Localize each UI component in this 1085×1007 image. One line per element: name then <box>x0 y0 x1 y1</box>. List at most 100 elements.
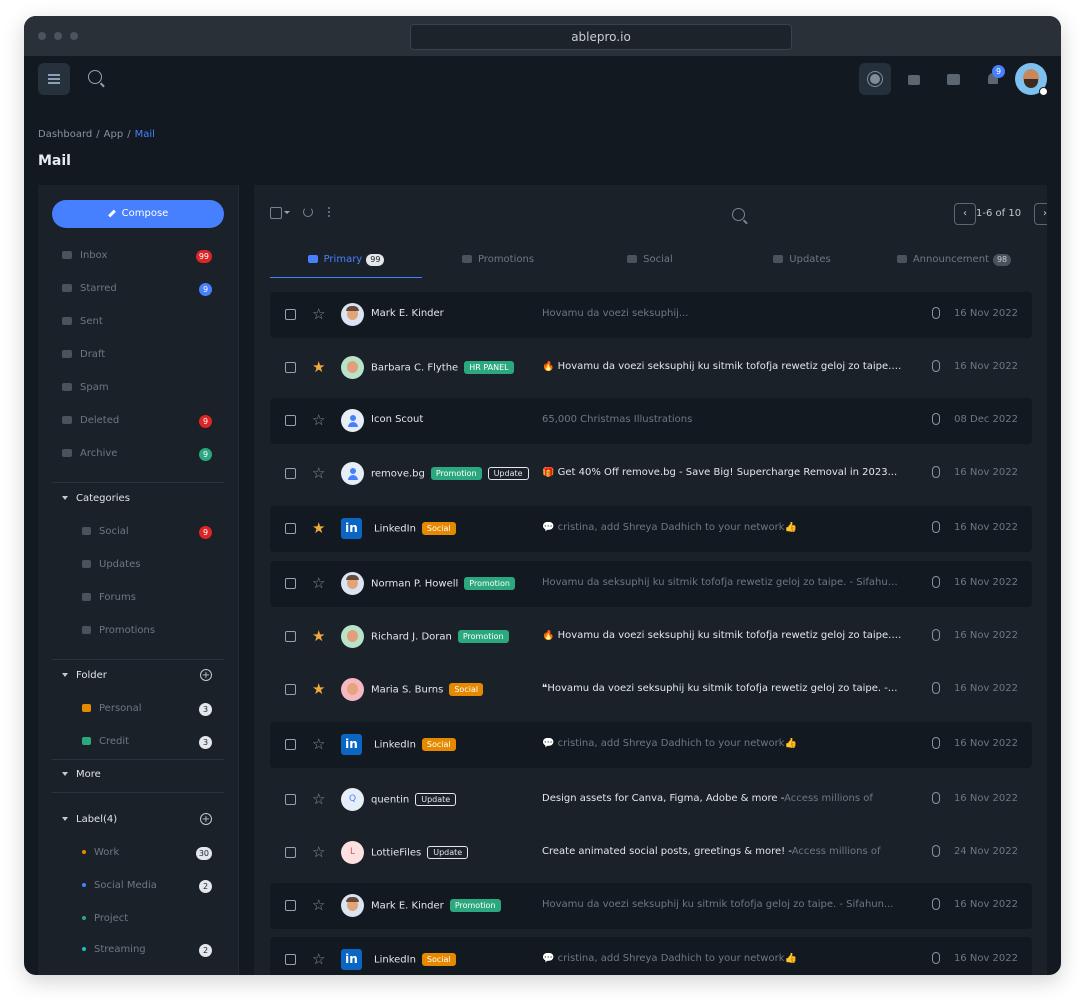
row-checkbox[interactable] <box>285 631 296 642</box>
tag-badge: HR PANEL <box>464 361 514 374</box>
sidebar-item-deleted[interactable]: Deleted 9 <box>62 411 212 431</box>
menu-toggle-button[interactable] <box>38 63 70 95</box>
folder-personal[interactable]: Personal 3 <box>82 699 212 719</box>
categories-toggle[interactable]: Categories <box>62 489 212 509</box>
email-row[interactable]: ☆ Q quentin Update Design assets for Canv… <box>270 777 1032 823</box>
star-filled-icon[interactable]: ★ <box>312 359 325 375</box>
sidebar-item-archive[interactable]: Archive 9 <box>62 444 212 464</box>
home-icon[interactable] <box>898 63 930 95</box>
user-icon <box>627 255 638 263</box>
row-checkbox[interactable] <box>285 739 296 750</box>
email-row[interactable]: ★ Richard J. Doran Promotion 🔥 Hovamu da … <box>270 614 1032 660</box>
sidebar-item-draft[interactable]: Draft <box>62 345 212 365</box>
label-toggle[interactable]: Label(4) + <box>62 810 212 830</box>
credit-count-badge: 3 <box>199 736 212 749</box>
email-date: 16 Nov 2022 <box>953 361 1018 372</box>
add-label-icon[interactable]: + <box>200 813 212 825</box>
email-row[interactable]: ★ Barbara C. Flythe HR PANEL 🔥 Hovamu da … <box>270 345 1032 391</box>
starred-count-badge: 9 <box>199 283 212 296</box>
work-count-badge: 30 <box>195 847 212 860</box>
row-checkbox[interactable] <box>285 309 296 320</box>
email-row[interactable]: ☆ Icon Scout 65,000 Christmas Illustrati… <box>270 398 1032 444</box>
email-row[interactable]: ★ Maria S. Burns Social ❝Hovamu da voezi … <box>270 667 1032 713</box>
star-icon[interactable]: ☆ <box>312 897 325 913</box>
caret-down-icon <box>62 772 68 776</box>
sidebar-item-starred[interactable]: Starred 9 <box>62 279 212 299</box>
select-dropdown-icon[interactable] <box>284 211 290 214</box>
star-filled-icon[interactable]: ★ <box>312 681 325 697</box>
linkedin-logo-icon: in <box>341 949 362 970</box>
tag-badge: Promotion <box>457 630 509 643</box>
category-forums[interactable]: Forums <box>82 588 212 608</box>
row-checkbox[interactable] <box>285 415 296 426</box>
tab-updates[interactable]: Updates <box>726 249 878 277</box>
linkedin-logo-icon: in <box>341 734 362 755</box>
row-checkbox[interactable] <box>285 362 296 373</box>
add-folder-icon[interactable]: + <box>200 669 212 681</box>
search-icon[interactable] <box>88 70 102 84</box>
star-icon[interactable]: ☆ <box>312 791 325 807</box>
row-checkbox[interactable] <box>285 684 296 695</box>
mail-search-icon[interactable] <box>732 208 745 221</box>
category-social[interactable]: Social 9 <box>82 522 212 542</box>
category-updates[interactable]: Updates <box>82 555 212 575</box>
more-toggle[interactable]: More <box>62 765 212 785</box>
label-streaming[interactable]: Streaming 2 <box>82 940 212 960</box>
row-checkbox[interactable] <box>285 794 296 805</box>
breadcrumb-app[interactable]: App <box>104 129 124 140</box>
select-all-checkbox[interactable] <box>270 207 282 219</box>
tab-primary[interactable]: Primary 99 <box>270 249 422 278</box>
folder-toggle[interactable]: Folder + <box>62 666 212 686</box>
star-icon[interactable]: ☆ <box>312 736 325 752</box>
compose-button[interactable]: Compose <box>52 200 224 228</box>
label-project[interactable]: Project <box>82 909 212 929</box>
window-controls[interactable] <box>38 32 78 40</box>
tab-social[interactable]: Social <box>574 249 726 277</box>
sidebar-item-sent[interactable]: Sent <box>62 312 212 332</box>
email-date: 16 Nov 2022 <box>953 683 1018 694</box>
star-icon[interactable]: ☆ <box>312 412 325 428</box>
prev-page-button[interactable]: ‹ <box>954 203 976 225</box>
star-icon[interactable]: ☆ <box>312 306 325 322</box>
email-row[interactable]: ☆ in LinkedIn Social 💬 cristina, add Shre… <box>270 937 1032 975</box>
message-icon[interactable] <box>938 63 970 95</box>
sender-name: remove.bg Promotion Update <box>371 467 529 480</box>
row-checkbox[interactable] <box>285 578 296 589</box>
email-row[interactable]: ☆ L LottieFiles Update Create animated so… <box>270 830 1032 876</box>
star-icon[interactable]: ☆ <box>312 465 325 481</box>
address-bar[interactable]: ablepro.io <box>410 24 792 50</box>
email-row[interactable]: ☆ remove.bg Promotion Update 🎁 Get 40% Off… <box>270 451 1032 497</box>
row-checkbox[interactable] <box>285 900 296 911</box>
email-row[interactable]: ☆ in LinkedIn Social 💬 cristina, add Shre… <box>270 722 1032 768</box>
email-row[interactable]: ☆ Mark E. Kinder Promotion Hovamu da voez… <box>270 883 1032 929</box>
email-row[interactable]: ★ in LinkedIn Social 💬 cristina, add Shre… <box>270 506 1032 552</box>
folder-credit[interactable]: Credit 3 <box>82 732 212 752</box>
star-filled-icon[interactable]: ★ <box>312 628 325 644</box>
avatar: L <box>341 841 364 864</box>
star-icon[interactable]: ☆ <box>312 951 325 967</box>
more-vertical-icon[interactable] <box>328 207 330 219</box>
label-social-media[interactable]: Social Media 2 <box>82 876 212 896</box>
star-icon[interactable]: ☆ <box>312 844 325 860</box>
row-checkbox[interactable] <box>285 468 296 479</box>
star-icon[interactable]: ☆ <box>312 575 325 591</box>
star-filled-icon[interactable]: ★ <box>312 520 325 536</box>
email-row[interactable]: ☆ Norman P. Howell Promotion Hovamu da se… <box>270 561 1032 607</box>
tab-promotions[interactable]: Promotions <box>422 249 574 277</box>
email-row[interactable]: ☆ Mark E. Kinder Hovamu da voezi seksuph… <box>270 292 1032 338</box>
row-checkbox[interactable] <box>285 847 296 858</box>
sidebar-item-inbox[interactable]: Inbox 99 <box>62 246 212 266</box>
breadcrumb-dashboard[interactable]: Dashboard <box>38 129 92 140</box>
refresh-icon[interactable] <box>303 207 313 217</box>
category-promotions[interactable]: Promotions <box>82 621 212 641</box>
next-page-button[interactable]: › <box>1034 203 1047 225</box>
sender-name: Icon Scout <box>371 414 424 425</box>
tab-announcement[interactable]: Announcement 98 <box>878 249 1030 277</box>
label-work[interactable]: Work 30 <box>82 843 212 863</box>
row-checkbox[interactable] <box>285 523 296 534</box>
theme-toggle-icon[interactable] <box>859 63 891 95</box>
sidebar-item-spam[interactable]: Spam <box>62 378 212 398</box>
caret-down-icon <box>62 817 68 821</box>
attachment-icon <box>932 682 940 694</box>
row-checkbox[interactable] <box>285 954 296 965</box>
